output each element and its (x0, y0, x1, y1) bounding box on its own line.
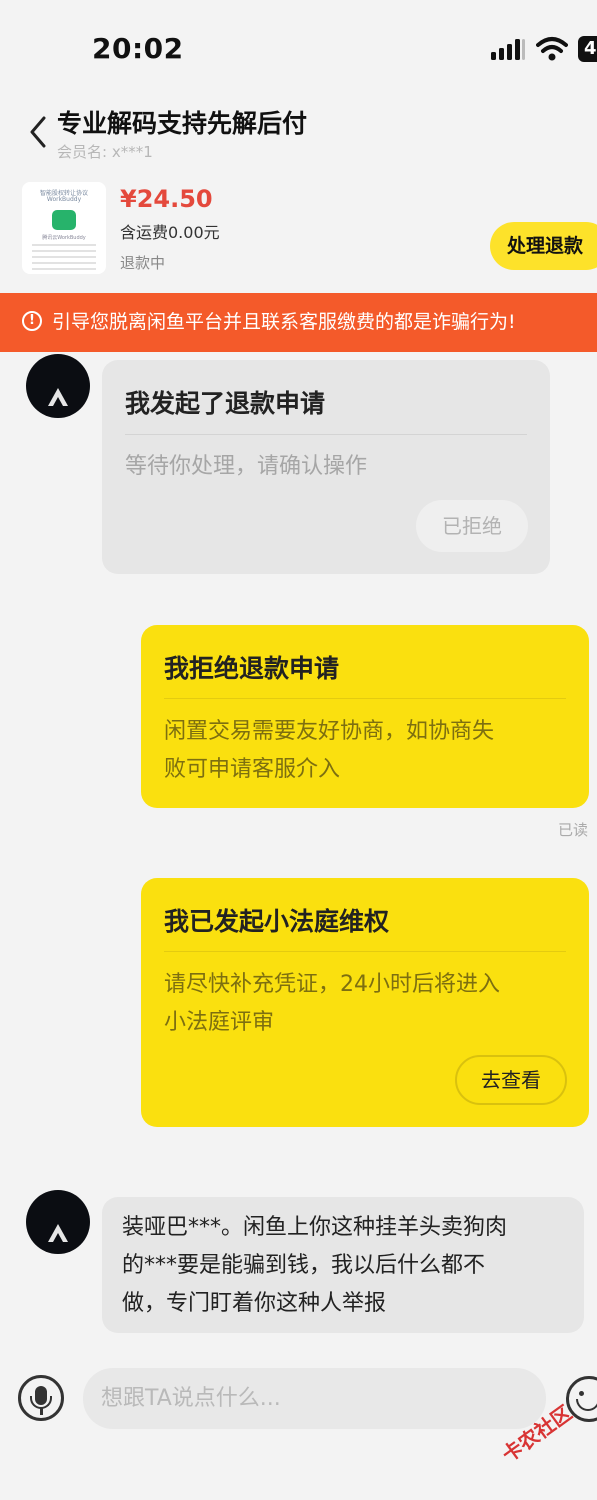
voice-input-icon[interactable] (18, 1375, 64, 1421)
avatar[interactable] (26, 1190, 90, 1254)
thumb-text-lines (32, 244, 96, 270)
view-button[interactable]: 去查看 (455, 1055, 567, 1105)
card-body: 闲置交易需要友好协商，如协商失 败可申请客服介入 (164, 719, 495, 782)
refund-rejected-card: 我拒绝退款申请 闲置交易需要友好协商，如协商失 败可申请客服介入 (141, 625, 589, 808)
card-title: 我拒绝退款申请 (164, 654, 340, 683)
cellular-signal-icon (491, 39, 525, 60)
handle-refund-button[interactable]: 处理退款 (490, 222, 597, 270)
read-receipt: 已读 (558, 821, 589, 839)
card-divider (164, 951, 566, 952)
wifi-icon (536, 37, 568, 61)
card-title: 我发起了退款申请 (125, 389, 326, 418)
rejected-status-button[interactable]: 已拒绝 (416, 500, 528, 552)
warning-text: 引导您脱离闲鱼平台并且联系客服缴费的都是诈骗行为! (52, 311, 516, 333)
small-court-card: 我已发起小法庭维权 请尽快补充凭证，24小时后将进入 小法庭评审 去查看 (141, 878, 589, 1127)
chat-title: 专业解码支持先解后付 (57, 109, 308, 138)
card-divider (125, 434, 527, 435)
thumb-caption: 腾讯云WorkBuddy (42, 235, 86, 241)
message-input[interactable] (83, 1368, 546, 1429)
refund-request-card: 我发起了退款申请 等待你处理，请确认操作 已拒绝 (102, 360, 550, 574)
product-price: ¥24.50 (120, 185, 213, 213)
back-arrow-icon[interactable] (26, 114, 52, 150)
text-message-bubble: 装哑巴***。闲鱼上你这种挂羊头卖狗肉 的***要是能骗到钱，我以后什么都不 做… (102, 1197, 584, 1333)
card-divider (164, 698, 566, 699)
battery-icon: 4 (578, 36, 597, 62)
avatar[interactable] (26, 354, 90, 418)
member-name: 会员名: x***1 (57, 143, 153, 161)
card-title: 我已发起小法庭维权 (164, 907, 390, 936)
shipping-fee: 含运费0.00元 (120, 223, 220, 242)
card-body: 等待你处理，请确认操作 (125, 454, 368, 479)
warning-icon: ! (22, 311, 42, 331)
status-time: 20:02 (92, 32, 184, 65)
thumb-text-2: WorkBuddy (46, 196, 82, 203)
workbuddy-logo-icon (52, 210, 76, 230)
fraud-warning-banner: ! 引导您脱离闲鱼平台并且联系客服缴费的都是诈骗行为! (0, 293, 597, 352)
order-status: 退款中 (120, 254, 166, 272)
product-thumbnail[interactable]: 智能股权转让协议 WorkBuddy 腾讯云WorkBuddy (22, 182, 106, 274)
card-body: 请尽快补充凭证，24小时后将进入 小法庭评审 (164, 972, 500, 1035)
